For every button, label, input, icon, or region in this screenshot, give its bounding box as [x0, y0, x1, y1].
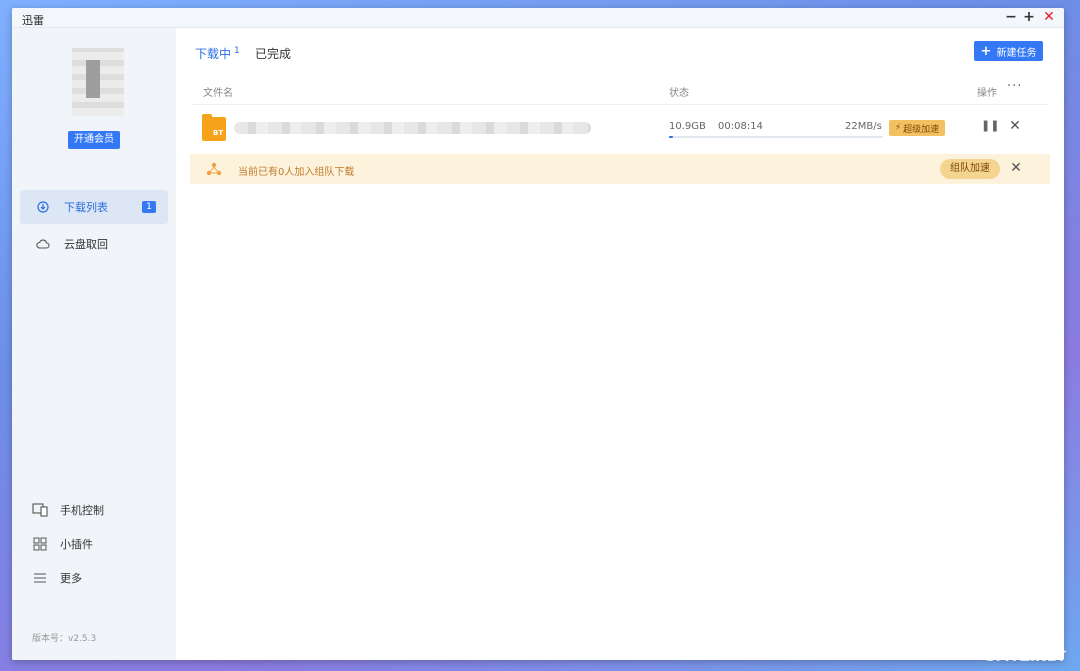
bt-file-icon: BT: [202, 114, 226, 141]
menu-icon: [32, 570, 48, 586]
cloud-icon: [36, 237, 50, 251]
plus-icon: +: [980, 43, 992, 59]
button-label: 新建任务: [996, 47, 1037, 59]
column-header-filename: 文件名: [203, 88, 233, 99]
progress-fill: [669, 136, 674, 138]
sidebar-item-plugins[interactable]: 小插件: [32, 536, 93, 552]
device-icon: [32, 502, 48, 518]
progress-bar: [669, 136, 883, 138]
sidebar-item-download-list[interactable]: 下载列表 1: [20, 190, 168, 224]
main-panel: 下载中 1 已完成 + 新建任务 文件名 状态 操作 ··· BT 10.9GB …: [176, 28, 1064, 660]
team-triangle-icon: [206, 162, 222, 176]
watermark: 值 什么值得买 SMYZ.NET: [897, 629, 1066, 665]
more-options-icon[interactable]: ···: [1007, 79, 1022, 94]
sidebar-item-more[interactable]: 更多: [32, 570, 82, 586]
table-row[interactable]: BT 10.9GB 00:08:14 22MB/s ⚡ 超级加速 ❚❚ ✕: [191, 108, 1049, 152]
tab-label: 下载中: [195, 47, 232, 61]
watermark-line1: 值 什么值得买: [897, 629, 1066, 653]
download-speed: 22MB/s: [845, 121, 882, 132]
grid-icon: [32, 536, 48, 552]
minimize-button[interactable]: −: [1004, 10, 1018, 24]
tab-completed[interactable]: 已完成: [255, 45, 291, 62]
team-notice-text: 当前已有0人加入组队下载: [238, 167, 355, 178]
new-task-button[interactable]: + 新建任务: [974, 41, 1043, 61]
divider: [191, 104, 1049, 105]
delete-task-button[interactable]: ✕: [1008, 118, 1022, 134]
column-header-ops: 操作: [977, 88, 997, 99]
file-type-label: BT: [213, 129, 224, 137]
lightning-icon: ⚡: [894, 123, 902, 133]
sidebar-item-label: 小插件: [60, 538, 93, 551]
sidebar-item-label: 云盘取回: [64, 238, 108, 251]
vip-button[interactable]: 开通会员: [68, 131, 120, 149]
sidebar-item-label: 下载列表: [64, 201, 108, 214]
count-badge: 1: [142, 201, 156, 213]
super-boost-button[interactable]: ⚡ 超级加速: [889, 120, 945, 136]
team-download-notice: 当前已有0人加入组队下载 组队加速 ✕: [190, 154, 1050, 184]
sidebar: 开通会员 下载列表 1 云盘取回 手机控制 小插件 更多 版本号：v2.5.3: [12, 28, 176, 660]
tab-downloading[interactable]: 下载中 1: [195, 45, 240, 62]
close-button[interactable]: ✕: [1042, 10, 1056, 24]
sidebar-item-label: 手机控制: [60, 504, 104, 517]
file-name-blurred: [234, 122, 591, 134]
close-notice-button[interactable]: ✕: [1008, 160, 1024, 176]
avatar[interactable]: [72, 48, 124, 116]
sidebar-item-cloud-retrieve[interactable]: 云盘取回: [20, 227, 168, 261]
download-icon: [36, 200, 50, 214]
remaining-time: 00:08:14: [718, 121, 763, 132]
sidebar-item-label: 更多: [60, 572, 82, 585]
team-boost-button[interactable]: 组队加速: [940, 159, 1000, 179]
file-size: 10.9GB: [669, 121, 706, 132]
app-window: 迅雷 − + ✕ 开通会员 下载列表 1 云盘取回 手机控制 小插件 更多 版本…: [12, 8, 1064, 660]
title-bar: 迅雷 − + ✕: [12, 8, 1064, 28]
button-label: 超级加速: [903, 124, 940, 135]
maximize-button[interactable]: +: [1022, 10, 1036, 24]
window-title: 迅雷: [22, 14, 44, 27]
pause-button[interactable]: ❚❚: [981, 119, 999, 135]
sidebar-item-phone-control[interactable]: 手机控制: [32, 502, 104, 518]
column-header-status: 状态: [669, 88, 689, 99]
tab-count: 1: [234, 46, 240, 56]
version-label: 版本号：v2.5.3: [32, 634, 97, 644]
